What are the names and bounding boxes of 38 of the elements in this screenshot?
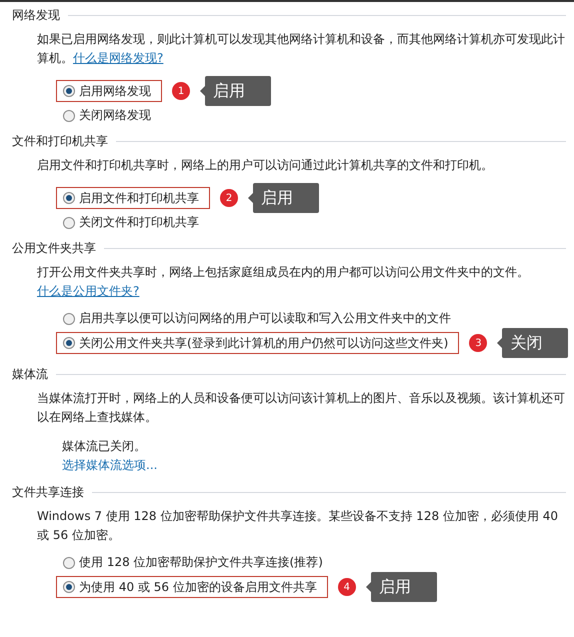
section-description: Windows 7 使用 128 位加密帮助保护文件共享连接。某些设备不支持 128 位加密，必须使用 40 或 56 位加密。 [36,508,559,544]
radio-button[interactable] [63,312,75,324]
radio-button[interactable] [63,216,75,228]
radio-button[interactable] [63,556,75,568]
radio-button[interactable] [63,581,75,593]
section-heading: 媒体流 [12,366,48,382]
section-heading: 网络发现 [12,6,60,24]
callout-label: 启用 [200,76,271,106]
section-heading: 文件和打印机共享 [12,132,108,150]
help-link[interactable]: 什么是网络发现? [73,51,164,65]
section-description: 启用文件和打印机共享时，网络上的用户可以访问通过此计算机共享的文件和打印机。 [36,157,494,174]
step-number-badge: 2 [220,189,238,207]
section-description: 打开公用文件夹共享时，网络上包括家庭组成员在内的用户都可以访问公用文件夹中的文件。 什么是公用文件夹? [36,264,530,300]
step-number-badge: 1 [172,82,190,100]
option-label: 关闭文件和打印机共享 [79,214,199,231]
section-heading: 文件共享连接 [12,484,84,500]
option-label: 启用网络发现 [79,82,151,100]
option-label: 启用共享以便可以访问网络的用户可以读取和写入公用文件夹中的文件 [79,310,451,327]
radio-button[interactable] [63,192,75,204]
step-number-badge: 4 [338,578,356,596]
section-heading: 公用文件夹共享 [12,240,96,256]
section-description: 如果已启用网络发现，则此计算机可以发现其他网络计算机和设备，而其他网络计算机亦可发现此计算机。什么是网络发现? [36,31,566,67]
callout-label: 启用 [366,572,437,602]
option-label: 关闭网络发现 [79,107,151,124]
option-label: 关闭公用文件夹共享(登录到此计算机的用户仍然可以访问这些文件夹) [79,334,448,352]
section-description: 当媒体流打开时，网络上的人员和设备便可以访问该计算机上的图片、音乐以及视频。该计算机还可以在网络上查找媒体。 [36,390,566,426]
callout-label: 关闭 [497,328,568,358]
option-label: 启用文件和打印机共享 [79,190,199,206]
radio-button[interactable] [63,337,75,349]
radio-button[interactable] [63,110,75,122]
help-link[interactable]: 什么是公用文件夹? [37,284,140,298]
options-link[interactable]: 选择媒体流选项... [62,456,158,475]
radio-button[interactable] [63,85,75,97]
status-text: 媒体流已关闭。 [62,438,146,455]
callout-label: 启用 [248,183,319,213]
option-label: 为使用 40 或 56 位加密的设备启用文件共享 [79,578,317,596]
option-label: 使用 128 位加密帮助保护文件共享连接(推荐) [79,554,323,571]
step-number-badge: 3 [469,334,488,352]
